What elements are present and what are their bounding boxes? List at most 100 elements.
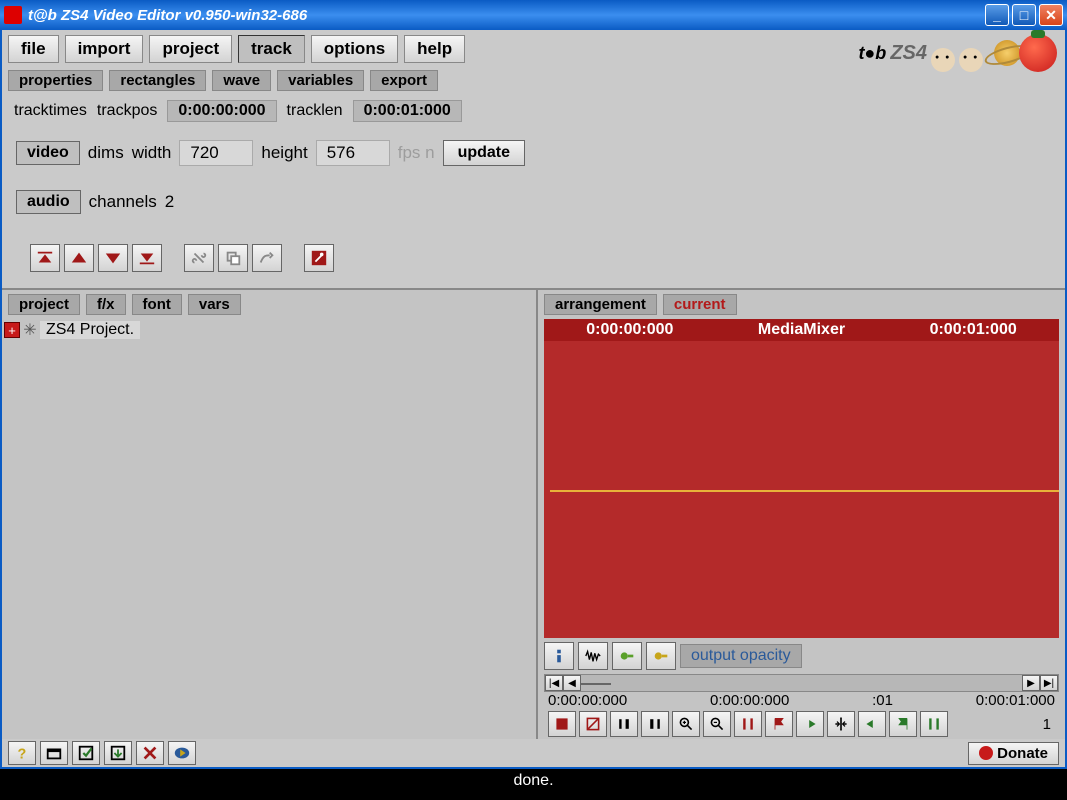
marker-b-button[interactable] — [920, 711, 948, 737]
paste-button[interactable] — [252, 244, 282, 272]
scroll-start-button[interactable]: |◀ — [545, 675, 563, 691]
lefttab-project[interactable]: project — [8, 294, 80, 315]
menu-help[interactable]: help — [404, 35, 465, 63]
scroll-end-button[interactable]: ▶| — [1040, 675, 1058, 691]
close-button[interactable]: ✕ — [1039, 4, 1063, 26]
menu-project[interactable]: project — [149, 35, 232, 63]
help-button[interactable]: ? — [8, 741, 36, 765]
time-mark: 0:00:00:000 — [710, 692, 789, 709]
righttab-arrangement[interactable]: arrangement — [544, 294, 657, 315]
delete-button[interactable] — [136, 741, 164, 765]
subtab-rectangles[interactable]: rectangles — [109, 70, 206, 91]
left-panel: project f/x font vars + ✳ ZS4 Project. — [2, 290, 538, 739]
left-tabs: project f/x font vars — [2, 290, 536, 319]
zoom-out-button[interactable] — [703, 711, 731, 737]
menu-import[interactable]: import — [65, 35, 144, 63]
face-icon — [959, 48, 983, 72]
properties-panel: video dims width 720 height 576 fps n up… — [2, 130, 1065, 288]
tab-logo-text: t●b — [858, 43, 886, 64]
output-opacity-button[interactable]: output opacity — [680, 644, 802, 668]
mute-button[interactable] — [579, 711, 607, 737]
subtab-variables[interactable]: variables — [277, 70, 364, 91]
righttab-current[interactable]: current — [663, 294, 737, 315]
time-mark: 0:00:00:000 — [548, 692, 627, 709]
save-button[interactable] — [72, 741, 100, 765]
keyframe-out-button[interactable] — [646, 642, 676, 670]
media-header: 0:00:00:000 MediaMixer 0:00:01:000 — [544, 319, 1059, 341]
maximize-button[interactable]: □ — [1012, 4, 1036, 26]
lefttab-vars[interactable]: vars — [188, 294, 241, 315]
height-field[interactable]: 576 — [316, 140, 390, 166]
scroll-left-button[interactable]: ◀ — [563, 675, 581, 691]
menu-file[interactable]: file — [8, 35, 59, 63]
flag-end-button[interactable] — [889, 711, 917, 737]
minimize-button[interactable]: _ — [985, 4, 1009, 26]
bottom-bar: ? Donate — [2, 739, 1065, 767]
width-label: width — [132, 143, 172, 163]
time-mark: 0:00:01:000 — [976, 692, 1055, 709]
media-canvas[interactable] — [544, 341, 1059, 638]
menu-track[interactable]: track — [238, 35, 305, 63]
lefttab-fx[interactable]: f/x — [86, 294, 126, 315]
timeline-scrollbar[interactable]: |◀ ◀ ▶ ▶| — [544, 674, 1059, 692]
donate-button[interactable]: Donate — [968, 742, 1059, 765]
info-button[interactable] — [544, 642, 574, 670]
media-name: MediaMixer — [758, 321, 845, 339]
move-up-button[interactable] — [64, 244, 94, 272]
face-icon — [931, 48, 955, 72]
copy-button[interactable] — [218, 244, 248, 272]
height-label: height — [261, 143, 307, 163]
width-field[interactable]: 720 — [179, 140, 253, 166]
play-button[interactable] — [168, 741, 196, 765]
cut-button[interactable] — [184, 244, 214, 272]
goto-next-button[interactable] — [858, 711, 886, 737]
move-down-button[interactable] — [98, 244, 128, 272]
app-icon — [4, 6, 22, 24]
zoom-in-button[interactable] — [672, 711, 700, 737]
time-mark: :01 — [872, 692, 893, 709]
move-bottom-button[interactable] — [132, 244, 162, 272]
lefttab-font[interactable]: font — [132, 294, 182, 315]
strawberry-icon — [1019, 34, 1057, 72]
menu-bar: file import project track options help t… — [2, 30, 1065, 68]
update-button[interactable]: update — [443, 140, 525, 166]
app-frame: file import project track options help t… — [0, 30, 1067, 769]
open-button[interactable] — [40, 741, 68, 765]
audio-button[interactable]: audio — [16, 190, 81, 214]
media-toolbar: output opacity — [544, 638, 1059, 674]
goto-prev-button[interactable] — [796, 711, 824, 737]
trackpos-value[interactable]: 0:00:00:000 — [167, 100, 276, 122]
snap-button[interactable] — [827, 711, 855, 737]
media-start-time: 0:00:00:000 — [586, 321, 673, 339]
flag-button[interactable] — [765, 711, 793, 737]
next-frame-button[interactable] — [641, 711, 669, 737]
stop-button[interactable] — [548, 711, 576, 737]
scroll-right-button[interactable]: ▶ — [1022, 675, 1040, 691]
right-panel: arrangement current 0:00:00:000 MediaMix… — [538, 290, 1065, 739]
keyframe-in-button[interactable] — [612, 642, 642, 670]
menu-options[interactable]: options — [311, 35, 398, 63]
window-controls: _ □ ✕ — [985, 4, 1063, 26]
export-button[interactable] — [104, 741, 132, 765]
donate-label: Donate — [997, 745, 1048, 762]
subtab-wave[interactable]: wave — [212, 70, 271, 91]
scroll-thumb[interactable] — [581, 683, 611, 685]
subtab-export[interactable]: export — [370, 70, 438, 91]
expand-icon[interactable]: + — [4, 322, 20, 338]
move-top-button[interactable] — [30, 244, 60, 272]
record-button[interactable] — [304, 244, 334, 272]
track-info-row: tracktimes trackpos 0:00:00:000 tracklen… — [2, 92, 1065, 130]
tracklen-value[interactable]: 0:00:01:000 — [353, 100, 462, 122]
trackpos-label: trackpos — [97, 102, 157, 120]
marker-a-button[interactable] — [734, 711, 762, 737]
video-button[interactable]: video — [16, 141, 80, 165]
node-icon: ✳ — [22, 322, 38, 338]
waveform-button[interactable] — [578, 642, 608, 670]
audio-row: audio channels 2 — [16, 190, 1051, 214]
prev-frame-button[interactable] — [610, 711, 638, 737]
window-title: t@b ZS4 Video Editor v0.950-win32-686 — [28, 7, 985, 24]
svg-text:?: ? — [18, 746, 27, 762]
tracklen-label: tracklen — [287, 102, 343, 120]
subtab-properties[interactable]: properties — [8, 70, 103, 91]
tree-row[interactable]: + ✳ ZS4 Project. — [4, 321, 534, 339]
